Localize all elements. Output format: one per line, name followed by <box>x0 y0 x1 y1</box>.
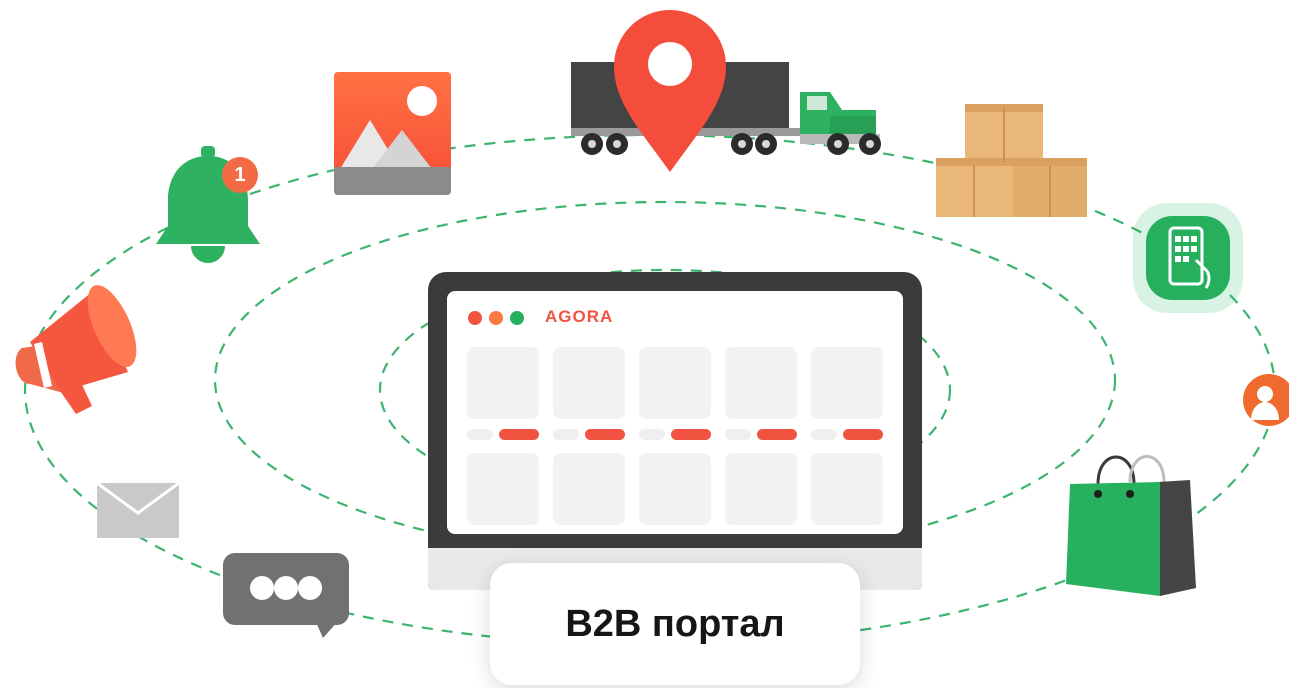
monitor-screen: AGORA <box>447 291 903 534</box>
tile-caption-placeholder <box>811 429 837 440</box>
tile-caption-placeholder <box>725 429 751 440</box>
tile-action-button[interactable] <box>843 429 883 440</box>
brand-logo: AGORA <box>545 307 614 326</box>
tile-action-button[interactable] <box>757 429 797 440</box>
product-tile[interactable] <box>725 347 797 419</box>
portal-label-card: B2B портал <box>490 563 860 685</box>
product-tile[interactable] <box>467 453 539 525</box>
product-tile[interactable] <box>553 347 625 419</box>
product-tile[interactable] <box>811 453 883 525</box>
tile-action-button[interactable] <box>585 429 625 440</box>
monitor: AGORA <box>428 272 922 590</box>
tile-caption-placeholder <box>467 429 493 440</box>
product-tile[interactable] <box>639 453 711 525</box>
window-dot-red <box>468 311 482 325</box>
product-tile[interactable] <box>467 347 539 419</box>
tile-caption-placeholder <box>639 429 665 440</box>
window-dot-orange <box>489 311 503 325</box>
product-tile[interactable] <box>811 347 883 419</box>
window-dot-green <box>510 311 524 325</box>
tile-action-button[interactable] <box>671 429 711 440</box>
portal-label: B2B портал <box>565 602 785 645</box>
tile-action-button[interactable] <box>499 429 539 440</box>
tile-caption-placeholder <box>553 429 579 440</box>
product-tile[interactable] <box>553 453 625 525</box>
product-tile[interactable] <box>639 347 711 419</box>
product-tile[interactable] <box>725 453 797 525</box>
